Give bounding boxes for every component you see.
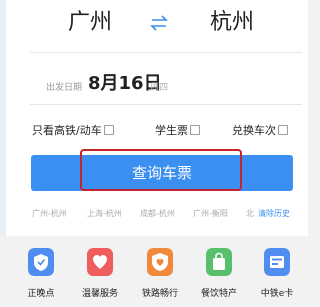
to-city[interactable]: 杭州 [210, 8, 254, 38]
seat-change-checkbox[interactable] [278, 125, 288, 135]
high-speed-only-label: 只看高铁/动车 [32, 124, 102, 137]
from-city[interactable]: 广州 [68, 8, 112, 38]
bag-icon [206, 248, 232, 276]
student-ticket-label: 学生票 [155, 124, 188, 137]
shield-heart-icon [147, 248, 173, 276]
ticket-search-card [6, 0, 308, 236]
date-label: 出发日期 [46, 83, 83, 93]
clear-history-link[interactable]: 清除历史 [258, 208, 290, 219]
service-label: 铁路畅行 [141, 289, 178, 299]
history-item[interactable]: 广州-衡阳 [193, 208, 228, 219]
high-speed-only-checkbox[interactable] [103, 125, 114, 135]
service-delay-info[interactable]: 正晚点 [21, 248, 61, 299]
history-item[interactable]: 成都-杭州 [140, 208, 175, 219]
service-label: 正晚点 [27, 289, 55, 299]
history-item[interactable]: 上海-杭州 [87, 208, 122, 219]
swap-icon[interactable] [148, 15, 170, 31]
student-ticket-option[interactable]: 学生票 [155, 122, 200, 138]
weekday: 周四 [150, 83, 169, 93]
high-speed-only-option[interactable]: 只看高铁/动车 [32, 122, 114, 138]
service-railway[interactable]: 铁路畅行 [140, 248, 180, 299]
service-label: 温馨服务 [81, 289, 118, 299]
seat-change-option[interactable]: 兑换车次 [232, 122, 288, 138]
divider [30, 52, 302, 53]
service-food[interactable]: 餐饮特产 [199, 248, 239, 299]
service-label: 餐饮特产 [200, 289, 237, 299]
student-ticket-checkbox[interactable] [190, 125, 200, 135]
highlight-box [80, 149, 242, 191]
history-item[interactable]: 北 [246, 208, 254, 219]
service-ecard[interactable]: 中铁e卡 [257, 248, 297, 299]
clock-shield-icon [28, 248, 54, 276]
heart-icon [87, 248, 113, 276]
service-label: 中铁e卡 [260, 289, 294, 299]
seat-change-label: 兑换车次 [232, 124, 276, 137]
divider [30, 104, 302, 105]
card-icon [264, 248, 290, 276]
history-item[interactable]: 广州-杭州 [32, 208, 67, 219]
service-care[interactable]: 温馨服务 [80, 248, 120, 299]
